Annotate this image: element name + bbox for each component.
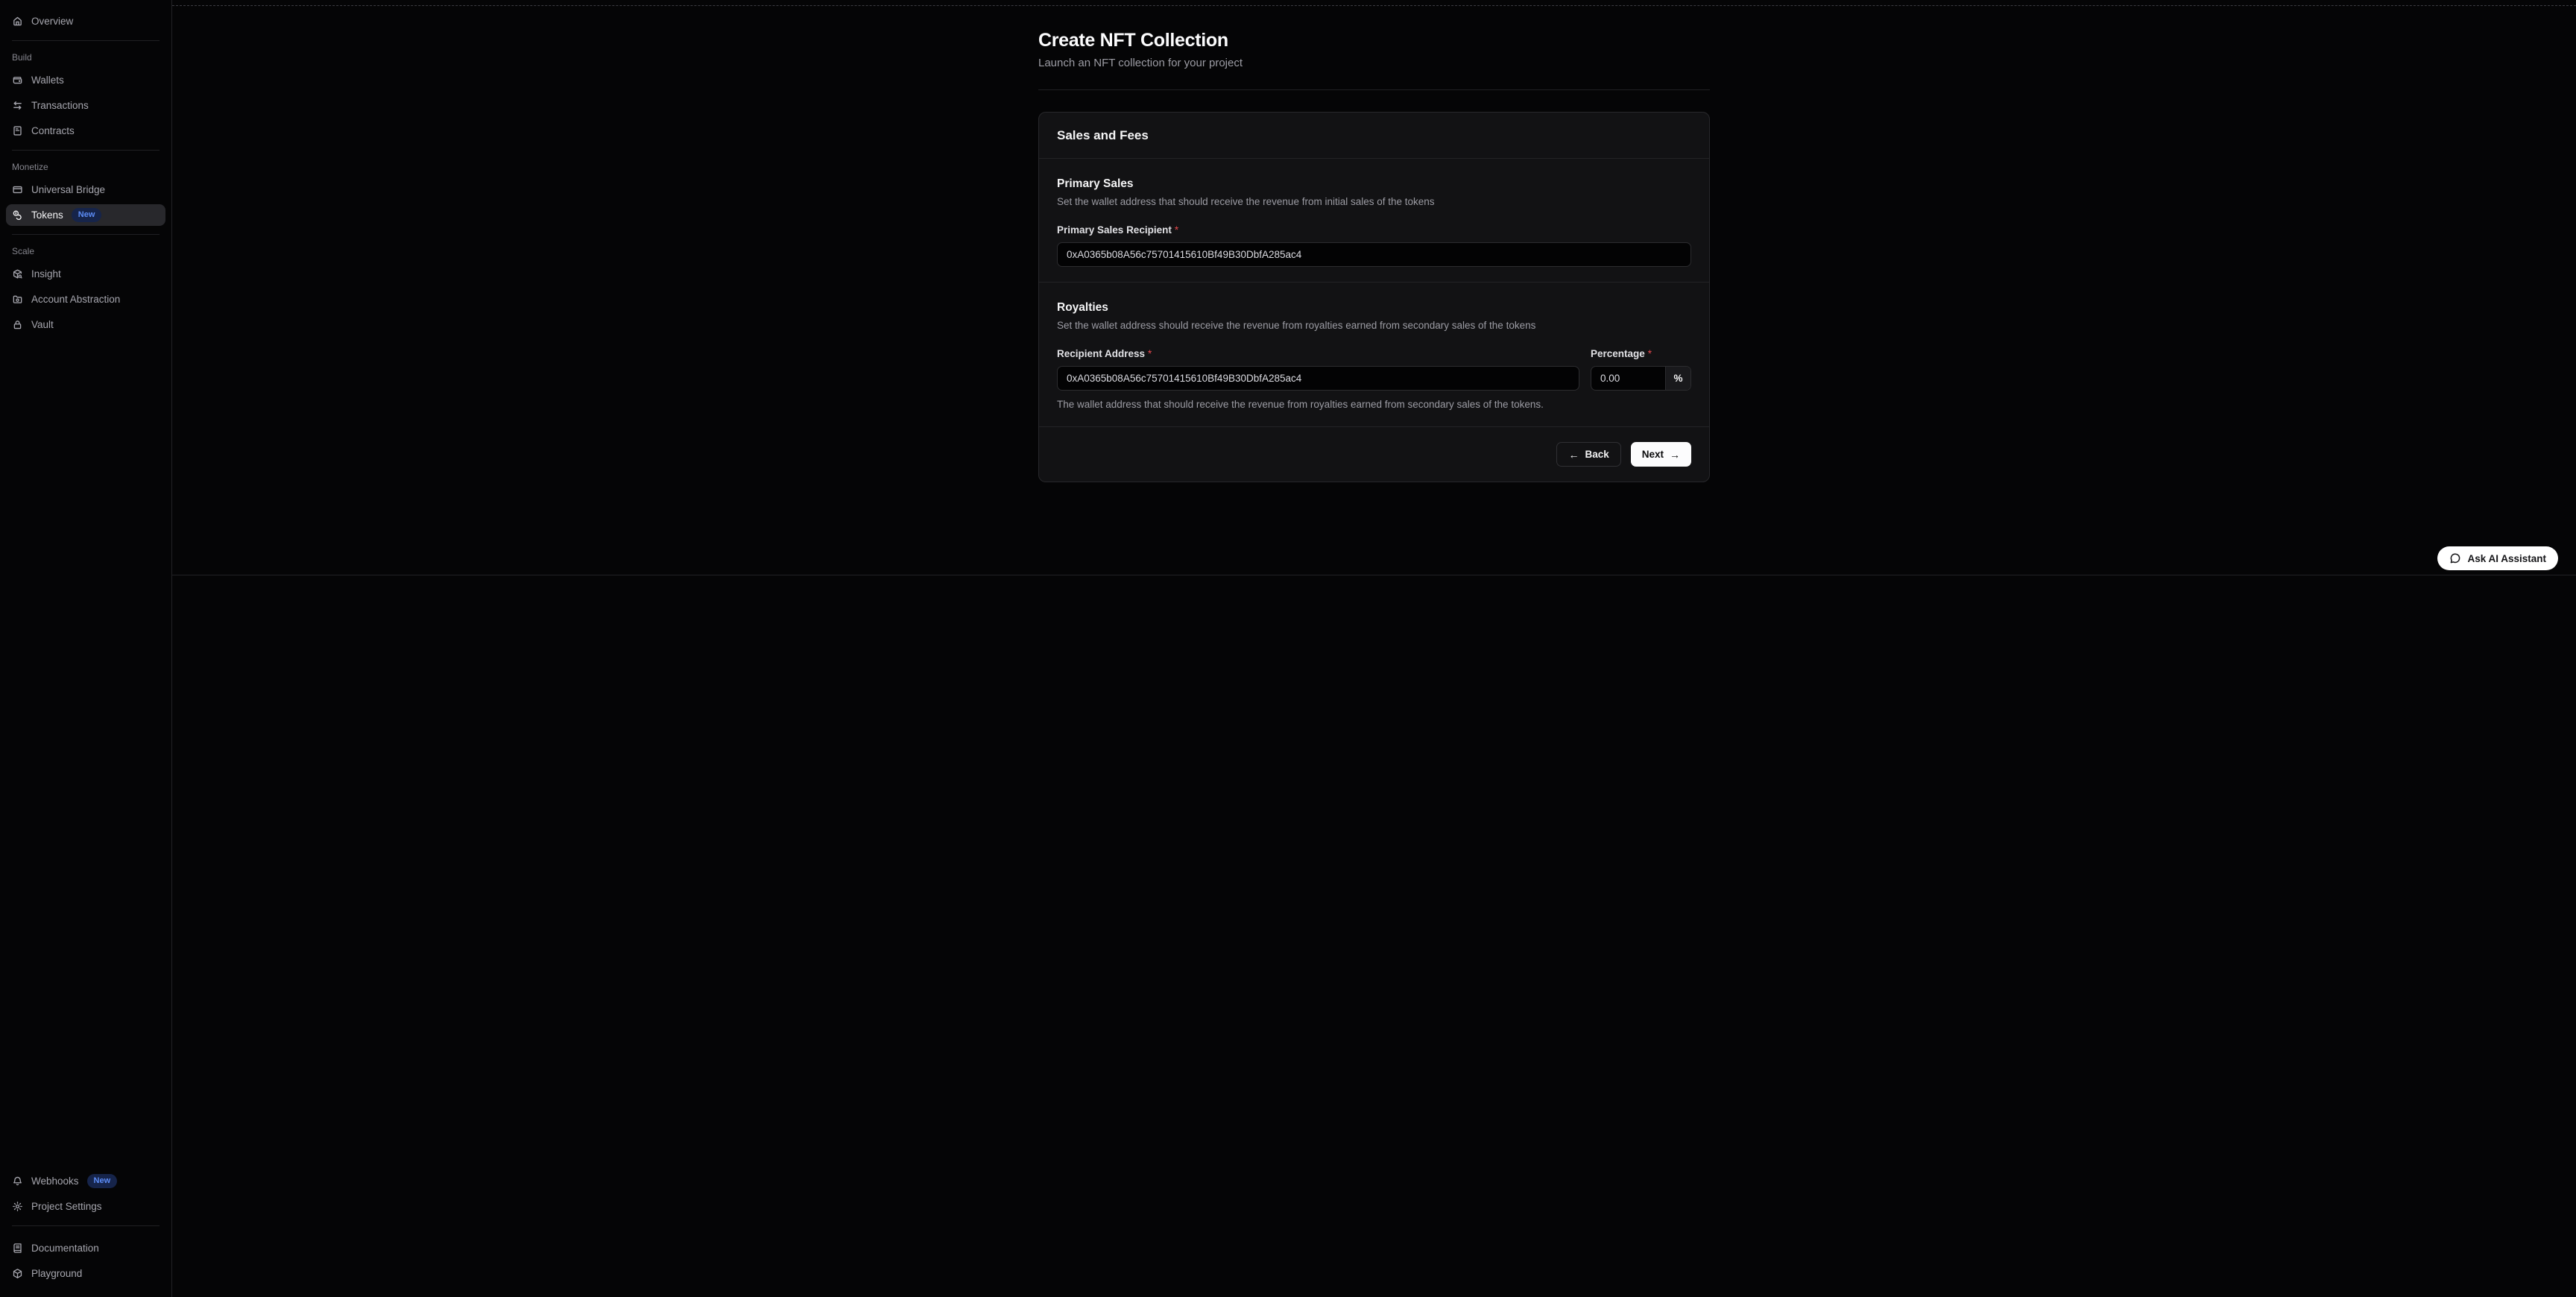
sidebar-item-insight[interactable]: Insight bbox=[6, 263, 165, 285]
dashed-top-divider bbox=[172, 5, 2576, 6]
recipient-address-label: Recipient Address* bbox=[1057, 347, 1579, 360]
main-content: Create NFT Collection Launch an NFT coll… bbox=[172, 0, 2576, 1297]
sidebar: Overview Build Wallets Transactions Cont… bbox=[0, 0, 172, 1297]
sidebar-item-label: Overview bbox=[31, 16, 73, 27]
bridge-icon bbox=[12, 184, 23, 195]
chat-bubble-icon bbox=[2449, 552, 2461, 564]
sidebar-item-label: Transactions bbox=[31, 100, 89, 111]
sidebar-item-webhooks[interactable]: Webhooks New bbox=[6, 1170, 165, 1192]
sidebar-group-label-monetize: Monetize bbox=[6, 162, 165, 172]
sidebar-item-universal-bridge[interactable]: Universal Bridge bbox=[6, 179, 165, 201]
sidebar-item-tokens[interactable]: Tokens New bbox=[6, 204, 165, 226]
percentage-input-group: % bbox=[1591, 366, 1691, 391]
percentage-label: Percentage* bbox=[1591, 347, 1691, 360]
next-button[interactable]: Next → bbox=[1631, 442, 1691, 467]
sidebar-item-label: Account Abstraction bbox=[31, 294, 120, 305]
sidebar-item-label: Webhooks bbox=[31, 1175, 79, 1187]
sidebar-item-label: Documentation bbox=[31, 1243, 99, 1254]
required-asterisk: * bbox=[1175, 224, 1178, 236]
sidebar-divider bbox=[12, 1225, 160, 1226]
account-abstraction-icon bbox=[12, 294, 23, 305]
sidebar-item-label: Tokens bbox=[31, 209, 63, 221]
page-header: Create NFT Collection Launch an NFT coll… bbox=[1038, 6, 1710, 90]
sidebar-divider bbox=[12, 150, 160, 151]
bell-icon bbox=[12, 1175, 23, 1187]
card-title: Sales and Fees bbox=[1057, 127, 1691, 143]
percent-suffix: % bbox=[1665, 367, 1690, 390]
card-footer: ← Back Next → bbox=[1039, 426, 1709, 482]
sidebar-group-label-scale: Scale bbox=[6, 246, 165, 256]
sidebar-item-contracts[interactable]: Contracts bbox=[6, 120, 165, 142]
wallet-icon bbox=[12, 75, 23, 86]
sidebar-item-vault[interactable]: Vault bbox=[6, 314, 165, 335]
sidebar-item-label: Universal Bridge bbox=[31, 184, 105, 195]
new-badge: New bbox=[72, 208, 102, 221]
sidebar-item-label: Contracts bbox=[31, 125, 75, 136]
royalties-description: Set the wallet address should receive th… bbox=[1057, 319, 1691, 332]
card-header: Sales and Fees bbox=[1039, 113, 1709, 159]
primary-sales-description: Set the wallet address that should recei… bbox=[1057, 195, 1691, 209]
sidebar-divider bbox=[12, 40, 160, 41]
percentage-input[interactable] bbox=[1591, 367, 1665, 390]
page-subtitle: Launch an NFT collection for your projec… bbox=[1038, 57, 1710, 70]
back-button[interactable]: ← Back bbox=[1556, 442, 1620, 467]
sales-and-fees-card: Sales and Fees Primary Sales Set the wal… bbox=[1038, 112, 1710, 482]
arrow-right-icon: → bbox=[1670, 449, 1680, 460]
required-asterisk: * bbox=[1648, 348, 1652, 359]
sidebar-divider bbox=[12, 234, 160, 235]
sidebar-item-project-settings[interactable]: Project Settings bbox=[6, 1196, 165, 1217]
vault-icon bbox=[12, 319, 23, 330]
sidebar-group-label-build: Build bbox=[6, 52, 165, 63]
insight-icon bbox=[12, 268, 23, 280]
sidebar-item-label: Insight bbox=[31, 268, 61, 280]
ask-ai-assistant-button[interactable]: Ask AI Assistant bbox=[2437, 546, 2558, 570]
sidebar-footer: Webhooks New Project Settings Documentat… bbox=[0, 1170, 171, 1297]
primary-sales-recipient-label: Primary Sales Recipient* bbox=[1057, 224, 1691, 236]
sidebar-item-playground[interactable]: Playground bbox=[6, 1263, 165, 1284]
tokens-icon bbox=[12, 209, 23, 221]
contract-icon bbox=[12, 125, 23, 136]
transactions-icon bbox=[12, 100, 23, 111]
house-icon bbox=[12, 16, 23, 27]
sidebar-item-overview[interactable]: Overview bbox=[6, 10, 165, 32]
page-title: Create NFT Collection bbox=[1038, 30, 1710, 51]
new-badge: New bbox=[87, 1174, 118, 1187]
sidebar-item-label: Vault bbox=[31, 319, 54, 330]
primary-sales-heading: Primary Sales bbox=[1057, 177, 1691, 191]
primary-sales-recipient-input[interactable] bbox=[1057, 242, 1691, 267]
arrow-left-icon: ← bbox=[1568, 449, 1579, 460]
sidebar-item-label: Wallets bbox=[31, 75, 64, 86]
royalties-heading: Royalties bbox=[1057, 300, 1691, 315]
cube-icon bbox=[12, 1268, 23, 1279]
sidebar-item-documentation[interactable]: Documentation bbox=[6, 1237, 165, 1259]
required-asterisk: * bbox=[1148, 348, 1152, 359]
royalties-section: Royalties Set the wallet address should … bbox=[1039, 282, 1709, 426]
recipient-address-input[interactable] bbox=[1057, 366, 1579, 391]
book-icon bbox=[12, 1243, 23, 1254]
sidebar-item-account-abstraction[interactable]: Account Abstraction bbox=[6, 288, 165, 310]
sidebar-item-transactions[interactable]: Transactions bbox=[6, 95, 165, 116]
sidebar-item-label: Playground bbox=[31, 1268, 82, 1279]
royalties-helper-text: The wallet address that should receive t… bbox=[1057, 398, 1691, 411]
sidebar-item-label: Project Settings bbox=[31, 1201, 102, 1212]
primary-sales-section: Primary Sales Set the wallet address tha… bbox=[1039, 159, 1709, 282]
sidebar-item-wallets[interactable]: Wallets bbox=[6, 69, 165, 91]
gear-icon bbox=[12, 1201, 23, 1212]
